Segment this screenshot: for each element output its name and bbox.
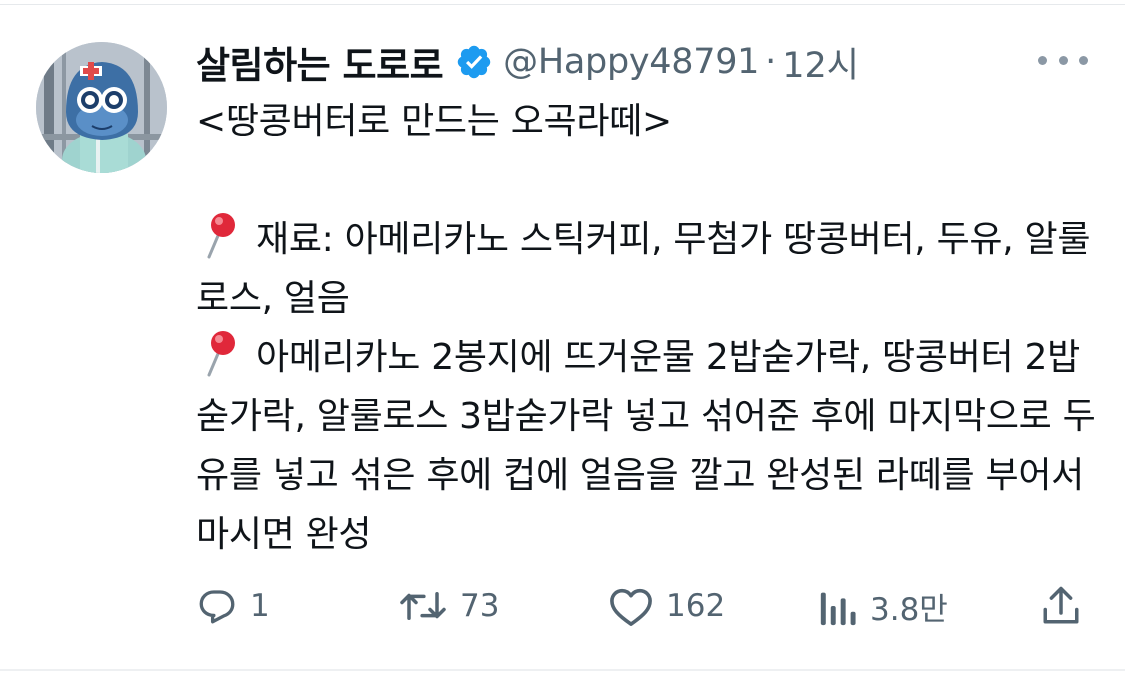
share-button[interactable] bbox=[1040, 578, 1082, 634]
more-dot bbox=[1079, 55, 1088, 65]
views-button[interactable]: 3.8만 bbox=[818, 578, 948, 634]
tweet-header: 살림하는 도로로 @Happy48791 · 12시 bbox=[196, 34, 859, 90]
tweet-timestamp[interactable]: 12시 bbox=[782, 37, 859, 88]
pushpin-icon bbox=[198, 329, 242, 377]
steps-text: 아메리카노 2봉지에 뜨거운물 2밥숟가락, 땅콩버터 2밥숟가락, 알룰로스 … bbox=[196, 337, 1096, 555]
avatar[interactable] bbox=[36, 42, 167, 173]
ingredients-line: 재료: 아메리카노 스틱커피, 무첨가 땅콩버터, 두유, 알룰로스, 얼음 bbox=[196, 210, 1096, 328]
more-dot bbox=[1038, 55, 1047, 65]
steps-line: 아메리카노 2봉지에 뜨거운물 2밥숟가락, 땅콩버터 2밥숟가락, 알룰로스 … bbox=[196, 328, 1096, 564]
author-name[interactable]: 살림하는 도로로 bbox=[196, 35, 444, 89]
tweet-body: <땅콩버터로 만드는 오곡라떼> 재료: 아메리카노 스틱커피, 무첨가 땅콩버… bbox=[196, 92, 1096, 564]
heart-icon bbox=[608, 585, 654, 627]
views-chart-icon bbox=[818, 585, 858, 627]
tweet-title: <땅콩버터로 만드는 오곡라떼> bbox=[196, 101, 672, 142]
pushpin-icon bbox=[198, 211, 242, 259]
reply-button[interactable]: 1 bbox=[196, 578, 270, 634]
header-separator: · bbox=[765, 42, 777, 82]
reply-count: 1 bbox=[250, 588, 270, 624]
like-button[interactable]: 162 bbox=[608, 578, 725, 634]
retweet-button[interactable]: 73 bbox=[398, 578, 499, 634]
action-bar: 1 73 162 3.8만 bbox=[0, 578, 1125, 634]
author-handle[interactable]: @Happy48791 bbox=[503, 42, 759, 82]
retweet-icon bbox=[398, 585, 448, 627]
avatar-image bbox=[36, 42, 167, 173]
verified-badge-icon bbox=[455, 43, 493, 81]
top-divider bbox=[0, 4, 1125, 5]
like-count: 162 bbox=[666, 588, 726, 624]
ingredients-text: 재료: 아메리카노 스틱커피, 무첨가 땅콩버터, 두유, 알룰로스, 얼음 bbox=[196, 219, 1091, 319]
bottom-divider bbox=[0, 669, 1125, 671]
more-dot bbox=[1058, 55, 1068, 65]
reply-icon bbox=[196, 585, 238, 627]
retweet-count: 73 bbox=[460, 588, 500, 624]
views-count: 3.8만 bbox=[870, 591, 948, 628]
share-icon bbox=[1040, 583, 1082, 629]
more-options-icon[interactable] bbox=[1038, 48, 1088, 72]
